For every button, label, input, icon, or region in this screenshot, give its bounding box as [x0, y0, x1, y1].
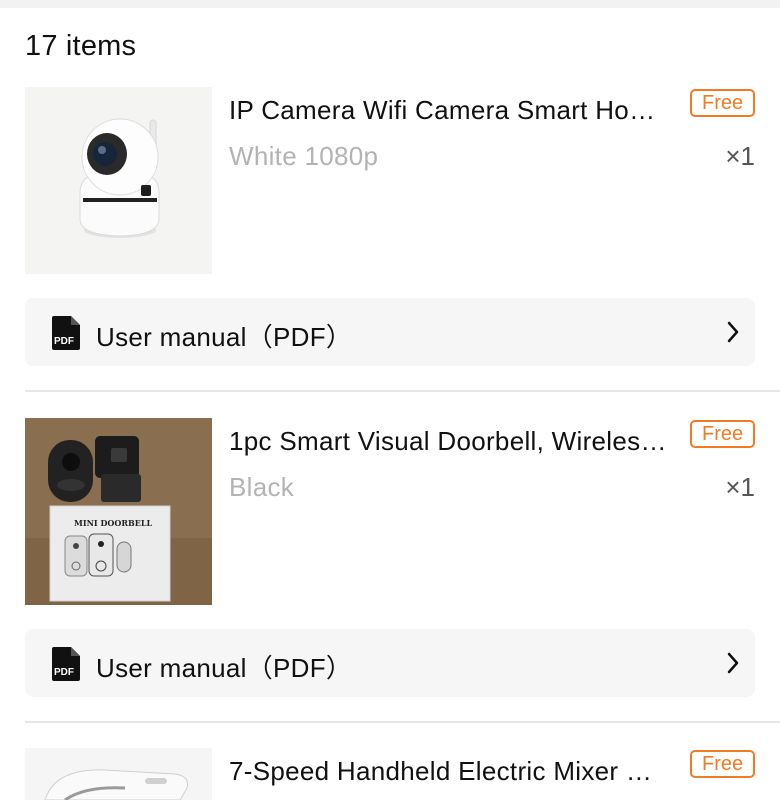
- product-title[interactable]: IP Camera Wifi Camera Smart Home Securit…: [229, 95, 669, 126]
- chevron-right-icon: [727, 652, 739, 674]
- pdf-icon-label: PDF: [54, 667, 74, 678]
- items-count-heading: 17 items: [25, 30, 137, 62]
- product-variant: Black: [229, 472, 295, 502]
- item-divider: [25, 721, 780, 723]
- hand-mixer-icon: [44, 769, 188, 800]
- product-image[interactable]: MINI DOORBELL: [25, 418, 212, 605]
- chevron-right-icon: [727, 321, 739, 343]
- product-variant: White 1080p: [229, 141, 379, 171]
- pdf-file-icon: PDF: [52, 316, 80, 350]
- free-badge: Free: [690, 420, 756, 448]
- product-image[interactable]: [25, 87, 212, 274]
- product-title[interactable]: 7-Speed Handheld Electric Mixer …: [229, 756, 669, 787]
- doorbell-box-label: MINI DOORBELL: [74, 518, 152, 528]
- pdf-file-icon: PDF: [52, 647, 80, 681]
- user-manual-link[interactable]: PDF User manual（PDF）: [25, 629, 755, 697]
- doorbell-icon: MINI DOORBELL: [25, 418, 212, 605]
- pdf-icon-label: PDF: [54, 336, 74, 347]
- product-image[interactable]: [25, 748, 212, 800]
- free-badge: Free: [690, 89, 756, 117]
- product-quantity: ×1: [725, 472, 755, 502]
- security-camera-icon: [79, 118, 160, 238]
- top-separator: [0, 0, 780, 8]
- item-divider: [25, 390, 780, 392]
- user-manual-label: User manual（PDF）: [96, 653, 353, 683]
- product-title[interactable]: 1pc Smart Visual Doorbell, Wireless Door…: [229, 426, 669, 457]
- user-manual-link[interactable]: PDF User manual（PDF）: [25, 298, 755, 366]
- free-badge: Free: [690, 750, 756, 778]
- user-manual-label: User manual（PDF）: [96, 322, 353, 352]
- product-quantity: ×1: [725, 141, 755, 171]
